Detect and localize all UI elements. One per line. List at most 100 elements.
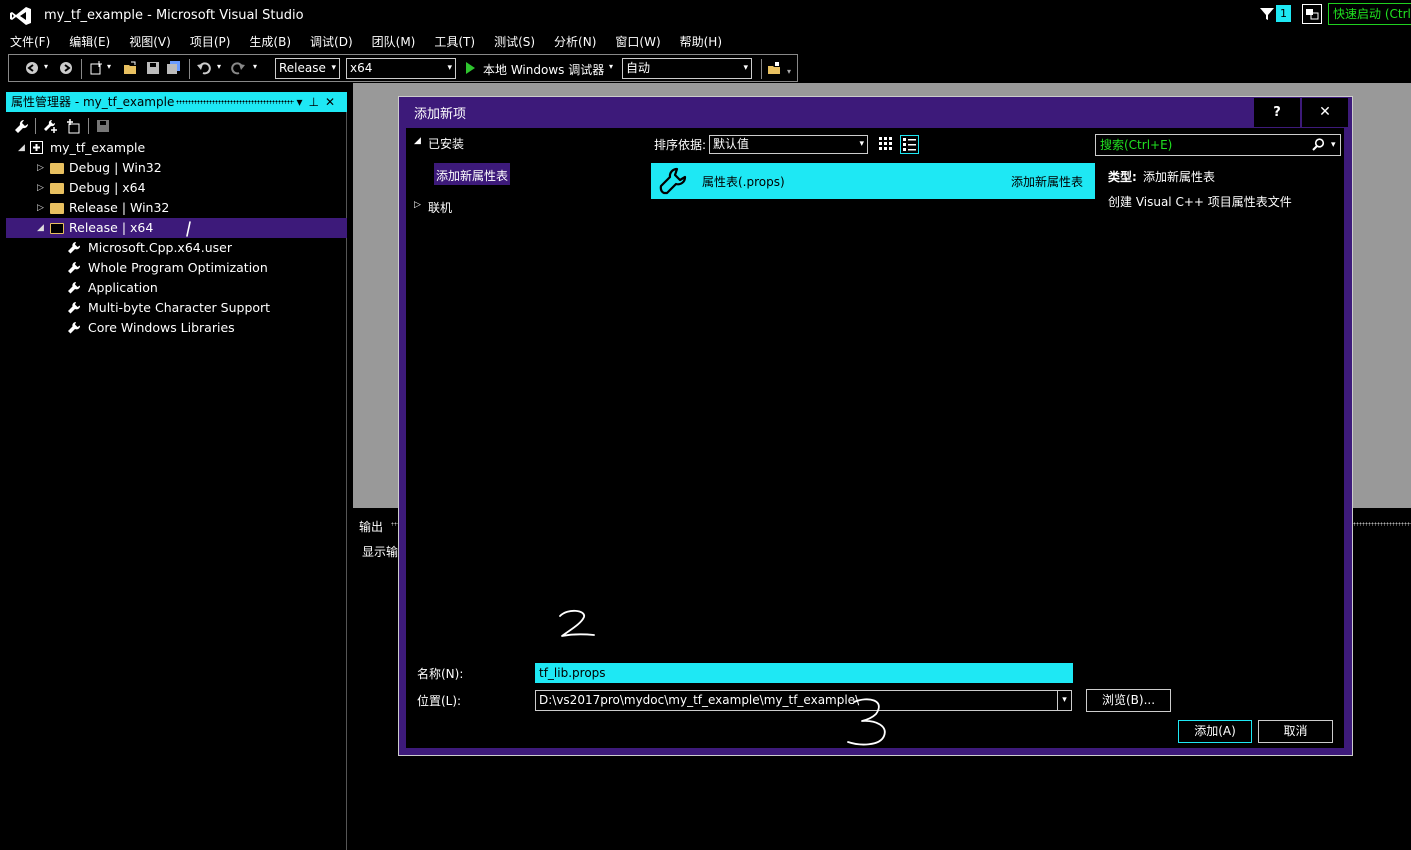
run-target-dropdown-icon[interactable]: ▾ bbox=[609, 62, 613, 71]
run-mode-select[interactable]: 自动 ▾ bbox=[622, 58, 752, 79]
handwritten-annotation-1 bbox=[186, 221, 191, 237]
template-list-item-selected[interactable]: 属性表(.props) 添加新属性表 bbox=[651, 163, 1095, 199]
property-manager-header: 属性管理器 - my_tf_example ▾⊥✕ bbox=[6, 92, 347, 112]
new-dropdown-icon[interactable]: ▾ bbox=[107, 62, 111, 71]
close-button[interactable]: ✕ bbox=[1302, 98, 1348, 127]
tree-property-sheet[interactable]: Whole Program Optimization bbox=[6, 258, 347, 278]
tree-property-sheet[interactable]: Multi-byte Character Support bbox=[6, 298, 347, 318]
back-dropdown-icon[interactable]: ▾ bbox=[44, 62, 48, 71]
cancel-button[interactable]: 取消 bbox=[1258, 720, 1333, 743]
add-new-sheet-icon[interactable] bbox=[66, 119, 81, 134]
folder-icon bbox=[50, 163, 64, 174]
add-existing-sheet-icon[interactable] bbox=[43, 119, 58, 134]
template-search-input[interactable]: 搜索(Ctrl+E) ▾ bbox=[1095, 134, 1341, 156]
menu-edit[interactable]: 编辑(E) bbox=[59, 31, 119, 53]
add-button[interactable]: 添加(A) bbox=[1178, 720, 1252, 743]
property-sheet-label: Microsoft.Cpp.x64.user bbox=[88, 240, 232, 255]
pin-icon[interactable]: ⊥ bbox=[308, 95, 324, 109]
expand-triangle-icon[interactable]: ▷ bbox=[414, 200, 421, 210]
type-value: 添加新属性表 bbox=[1143, 170, 1216, 184]
property-sheet-label: Application bbox=[88, 280, 158, 295]
browse-button[interactable]: 浏览(B)... bbox=[1086, 689, 1171, 712]
navigate-back-icon[interactable] bbox=[25, 61, 39, 75]
tree-config-node[interactable]: ▷ Release | Win32 bbox=[6, 198, 347, 218]
property-manager-panel: 属性管理器 - my_tf_example ▾⊥✕ ◢ my_tf_exampl… bbox=[6, 92, 347, 850]
redo-dropdown-icon[interactable]: ▾ bbox=[253, 62, 257, 71]
tree-property-sheet[interactable]: Application bbox=[6, 278, 347, 298]
notification-flag[interactable]: 1 bbox=[1260, 5, 1292, 23]
save-all-icon[interactable] bbox=[167, 61, 181, 75]
menu-file[interactable]: 文件(F) bbox=[0, 31, 59, 53]
menu-tools[interactable]: 工具(T) bbox=[424, 31, 484, 53]
navigate-forward-icon[interactable] bbox=[59, 61, 73, 75]
panel-title: 属性管理器 - my_tf_example bbox=[11, 95, 175, 109]
nav-installed[interactable]: 已安装 bbox=[428, 135, 464, 152]
solution-platform-select[interactable]: x64 ▾ bbox=[346, 58, 456, 79]
property-manager-toolbar bbox=[6, 114, 347, 138]
template-name: 属性表(.props) bbox=[702, 175, 785, 189]
tree-config-node-selected[interactable]: ◢ Release | x64 bbox=[6, 218, 347, 238]
find-in-files-icon[interactable] bbox=[767, 61, 781, 75]
chevron-down-icon[interactable]: ▾ bbox=[1057, 691, 1071, 710]
new-project-icon[interactable] bbox=[89, 61, 103, 75]
drag-grip[interactable] bbox=[176, 100, 294, 104]
panel-menu-chevron-icon[interactable]: ▾ bbox=[296, 95, 308, 109]
output-drag-grip[interactable] bbox=[1353, 522, 1411, 526]
menu-team[interactable]: 团队(M) bbox=[362, 31, 425, 53]
name-input[interactable]: tf_lib.props bbox=[535, 663, 1073, 683]
menu-debug[interactable]: 调试(D) bbox=[300, 31, 362, 53]
menu-analyze[interactable]: 分析(N) bbox=[544, 31, 605, 53]
nav-online[interactable]: 联机 bbox=[428, 199, 452, 216]
tree-config-node[interactable]: ▷ Debug | x64 bbox=[6, 178, 347, 198]
menu-test[interactable]: 测试(S) bbox=[484, 31, 544, 53]
property-sheet-wrench-icon bbox=[68, 241, 81, 254]
add-new-item-dialog: 添加新项 ? ✕ ◢ 已安装 添加新属性表 ▷ 联机 排序依据: 默认值 ▾ 搜索… bbox=[398, 96, 1353, 756]
start-debugging-label[interactable]: 本地 Windows 调试器 bbox=[483, 61, 604, 78]
search-placeholder: 搜索(Ctrl+E) bbox=[1100, 138, 1173, 152]
quick-launch-input[interactable]: 快速启动 (Ctrl bbox=[1328, 3, 1411, 25]
feedback-icon[interactable] bbox=[1302, 4, 1322, 24]
menu-help[interactable]: 帮助(H) bbox=[670, 31, 731, 53]
search-options-chevron-icon[interactable]: ▾ bbox=[1331, 135, 1336, 155]
undo-icon[interactable] bbox=[197, 61, 211, 75]
expand-triangle-icon[interactable]: ▷ bbox=[37, 178, 44, 198]
menu-project[interactable]: 项目(P) bbox=[180, 31, 240, 53]
config-label: Release | x64 bbox=[69, 220, 154, 235]
collapse-triangle-icon[interactable]: ◢ bbox=[18, 138, 25, 158]
open-file-icon[interactable] bbox=[123, 61, 137, 75]
name-label: 名称(N): bbox=[417, 667, 464, 681]
close-icon[interactable]: ✕ bbox=[325, 95, 341, 109]
tree-property-sheet[interactable]: Core Windows Libraries bbox=[6, 318, 347, 338]
chevron-down-icon: ▾ bbox=[859, 139, 864, 149]
search-icon[interactable] bbox=[1312, 138, 1325, 151]
notification-count: 1 bbox=[1276, 5, 1291, 22]
chevron-down-icon: ▾ bbox=[743, 63, 748, 73]
nav-add-property-sheet[interactable]: 添加新属性表 bbox=[434, 163, 510, 185]
open-folder-icon bbox=[50, 223, 64, 234]
small-icons-view-icon[interactable] bbox=[878, 136, 894, 152]
expand-triangle-icon[interactable]: ▷ bbox=[37, 158, 44, 178]
undo-dropdown-icon[interactable]: ▾ bbox=[217, 62, 221, 71]
start-debugging-icon[interactable] bbox=[464, 61, 476, 75]
location-combobox[interactable]: D:\vs2017pro\mydoc\my_tf_example\my_tf_e… bbox=[535, 690, 1072, 711]
save-icon[interactable] bbox=[146, 61, 160, 75]
template-description: 创建 Visual C++ 项目属性表文件 bbox=[1108, 195, 1292, 209]
menu-build[interactable]: 生成(B) bbox=[239, 31, 300, 53]
expand-triangle-icon[interactable]: ▷ bbox=[37, 198, 44, 218]
solution-configuration-select[interactable]: Release ▾ bbox=[275, 58, 340, 79]
tree-property-sheet[interactable]: Microsoft.Cpp.x64.user bbox=[6, 238, 347, 258]
menu-window[interactable]: 窗口(W) bbox=[605, 31, 669, 53]
collapse-triangle-icon[interactable]: ◢ bbox=[37, 218, 44, 238]
help-button[interactable]: ? bbox=[1254, 98, 1300, 127]
medium-icons-view-button[interactable] bbox=[900, 135, 919, 154]
save-sheet-icon[interactable] bbox=[96, 119, 110, 133]
tree-project-node[interactable]: ◢ my_tf_example bbox=[6, 138, 347, 158]
toolbar-overflow-icon[interactable]: ▾ bbox=[787, 67, 791, 76]
sort-by-select[interactable]: 默认值 ▾ bbox=[709, 135, 868, 154]
properties-wrench-icon[interactable] bbox=[14, 119, 29, 134]
redo-icon[interactable] bbox=[231, 61, 245, 75]
menu-view[interactable]: 视图(V) bbox=[119, 31, 180, 53]
tree-config-node[interactable]: ▷ Debug | Win32 bbox=[6, 158, 347, 178]
collapse-triangle-icon[interactable]: ◢ bbox=[414, 136, 421, 146]
property-sheet-wrench-icon bbox=[68, 301, 81, 314]
